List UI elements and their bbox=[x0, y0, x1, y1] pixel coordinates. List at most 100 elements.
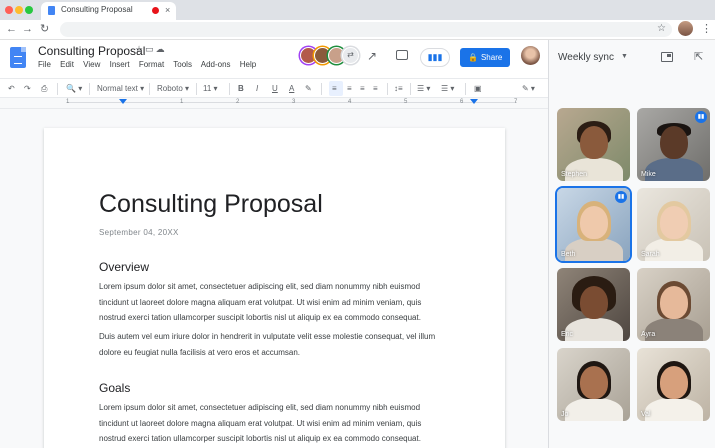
participant-tile-active[interactable]: ▮▮ Beth bbox=[557, 188, 630, 261]
paragraph-style-value: Normal text bbox=[97, 84, 138, 93]
document-canvas: Consulting Proposal September 04, 20XX O… bbox=[0, 109, 548, 448]
meeting-dropdown-icon[interactable]: ▼ bbox=[621, 53, 628, 60]
move-folder-icon[interactable]: ▭ bbox=[145, 44, 156, 54]
forward-icon[interactable]: → bbox=[22, 22, 33, 37]
back-icon[interactable]: ← bbox=[6, 22, 17, 37]
justify-icon[interactable]: ≡ bbox=[373, 83, 378, 94]
participant-tile[interactable]: Jo bbox=[557, 348, 630, 421]
ruler-number: 7 bbox=[514, 99, 518, 105]
participant-video bbox=[659, 366, 688, 399]
align-center-icon[interactable]: ≡ bbox=[347, 83, 352, 94]
participant-name: Ayra bbox=[641, 331, 656, 338]
toolbar-divider bbox=[229, 83, 230, 95]
toolbar-divider bbox=[89, 83, 90, 95]
participant-tile[interactable]: Stephen bbox=[557, 108, 630, 181]
participant-name: Val bbox=[641, 411, 651, 418]
ruler-number: 1 bbox=[66, 99, 70, 105]
menu-insert[interactable]: Insert bbox=[110, 60, 130, 69]
participant-tile[interactable]: Ayra bbox=[637, 268, 710, 341]
overview-paragraph-2: Duis autem vel eum iriure dolor in hendr… bbox=[99, 332, 436, 357]
highlight-pen-icon[interactable]: ✎ bbox=[305, 83, 312, 94]
account-avatar[interactable] bbox=[521, 46, 540, 65]
reload-icon[interactable]: ↻ bbox=[40, 22, 49, 37]
participant-name: Mike bbox=[641, 171, 656, 178]
print-icon[interactable]: ⎙ bbox=[41, 83, 47, 94]
menu-edit[interactable]: Edit bbox=[60, 60, 74, 69]
numbered-list-icon[interactable]: ☰ ▾ bbox=[441, 83, 454, 94]
underline-button[interactable]: U bbox=[272, 83, 278, 94]
document-heading: Consulting Proposal bbox=[99, 190, 323, 218]
align-right-icon[interactable]: ≡ bbox=[360, 83, 365, 94]
participant-name: Beth bbox=[561, 251, 576, 258]
participant-name: Jo bbox=[561, 411, 569, 418]
browser-tab[interactable]: Consulting Proposal × bbox=[41, 2, 176, 20]
goals-paragraph-1: Lorem ipsum dolor sit amet, consectetuer… bbox=[99, 403, 422, 443]
open-in-new-icon[interactable]: ⇱ bbox=[694, 50, 703, 63]
tab-close-icon[interactable]: × bbox=[165, 4, 170, 16]
toolbar-divider bbox=[387, 83, 388, 95]
checklist-icon[interactable]: ☰ ▾ bbox=[417, 83, 430, 94]
participant-tile[interactable]: Sarah bbox=[637, 188, 710, 261]
menu-help[interactable]: Help bbox=[240, 60, 256, 69]
menu-addons[interactable]: Add-ons bbox=[201, 60, 231, 69]
docs-header: Consulting Proposal ☆▭☁ File Edit View I… bbox=[0, 40, 548, 76]
ruler-number: 2 bbox=[236, 99, 240, 105]
right-indent-marker[interactable] bbox=[470, 99, 478, 104]
menu-format[interactable]: Format bbox=[139, 60, 164, 69]
menu-tools[interactable]: Tools bbox=[173, 60, 192, 69]
text-color-button[interactable]: A bbox=[289, 83, 294, 94]
document-page[interactable]: Consulting Proposal September 04, 20XX O… bbox=[44, 128, 505, 448]
font-select[interactable]: Roboto ▾ bbox=[157, 83, 189, 94]
participant-video bbox=[579, 206, 608, 239]
browser-menu-icon[interactable]: ⋮ bbox=[701, 22, 712, 37]
zoom-select[interactable]: 🔍 ▾ bbox=[66, 83, 82, 94]
address-bar[interactable] bbox=[60, 22, 672, 37]
browser-profile-avatar[interactable] bbox=[678, 21, 693, 36]
share-button[interactable]: 🔒 Share bbox=[460, 48, 510, 67]
toolbar-divider bbox=[465, 83, 466, 95]
align-left-icon[interactable]: ≡ bbox=[332, 83, 337, 94]
meeting-title[interactable]: Weekly sync bbox=[558, 52, 614, 63]
bold-button[interactable]: B bbox=[238, 83, 244, 94]
window-minimize-button[interactable] bbox=[15, 6, 23, 14]
docs-logo-icon[interactable] bbox=[10, 47, 26, 68]
left-indent-marker[interactable] bbox=[119, 99, 127, 104]
ruler-number: 6 bbox=[460, 99, 464, 105]
toolbar-divider bbox=[149, 83, 150, 95]
toolbar-divider bbox=[57, 83, 58, 95]
comment-history-icon[interactable] bbox=[396, 50, 408, 60]
redo-icon[interactable]: ↷ bbox=[24, 83, 31, 94]
activity-dashboard-icon[interactable]: ↗ bbox=[367, 49, 377, 63]
menu-view[interactable]: View bbox=[83, 60, 100, 69]
meet-call-button[interactable]: ▮▮▮ bbox=[420, 48, 450, 67]
browser-tab-bar: Consulting Proposal × bbox=[0, 0, 715, 20]
document-title[interactable]: Consulting Proposal bbox=[38, 44, 145, 58]
paragraph-style-select[interactable]: Normal text ▾ bbox=[97, 83, 144, 94]
window-maximize-button[interactable] bbox=[25, 6, 33, 14]
participant-name: Sarah bbox=[641, 251, 660, 258]
participant-tile[interactable]: Val bbox=[637, 348, 710, 421]
toolbar-divider bbox=[321, 83, 322, 95]
more-collaborators-icon[interactable]: ⇄ bbox=[342, 47, 359, 64]
font-size-select[interactable]: 11 ▾ bbox=[203, 83, 218, 94]
ruler-number: 3 bbox=[292, 99, 296, 105]
insert-image-icon[interactable]: ▣ bbox=[474, 83, 482, 94]
participant-name: Eric bbox=[561, 331, 574, 338]
participant-tile[interactable]: Eric bbox=[557, 268, 630, 341]
star-icon[interactable]: ☆ bbox=[135, 44, 145, 54]
participant-video bbox=[644, 398, 703, 421]
window-close-button[interactable] bbox=[5, 6, 13, 14]
picture-in-picture-icon[interactable] bbox=[661, 52, 673, 62]
menu-file[interactable]: File bbox=[38, 60, 51, 69]
undo-icon[interactable]: ↶ bbox=[8, 83, 15, 94]
italic-button[interactable]: I bbox=[256, 83, 258, 94]
participant-tile[interactable]: ▮▮ Mike bbox=[637, 108, 710, 181]
line-spacing-icon[interactable]: ↕≡ bbox=[394, 83, 403, 94]
speaking-indicator-icon: ▮▮ bbox=[615, 191, 627, 203]
toolbar-divider bbox=[410, 83, 411, 95]
speaking-indicator-icon: ▮▮ bbox=[695, 111, 707, 123]
bookmark-star-icon[interactable]: ☆ bbox=[657, 23, 666, 34]
menu-bar: File Edit View Insert Format Tools Add-o… bbox=[38, 60, 263, 69]
editing-mode-icon[interactable]: ✎ ▾ bbox=[522, 83, 535, 94]
meet-side-panel: Weekly sync ▼ ⇱ Stephen ▮▮ Mike ▮▮ Beth … bbox=[548, 40, 715, 448]
